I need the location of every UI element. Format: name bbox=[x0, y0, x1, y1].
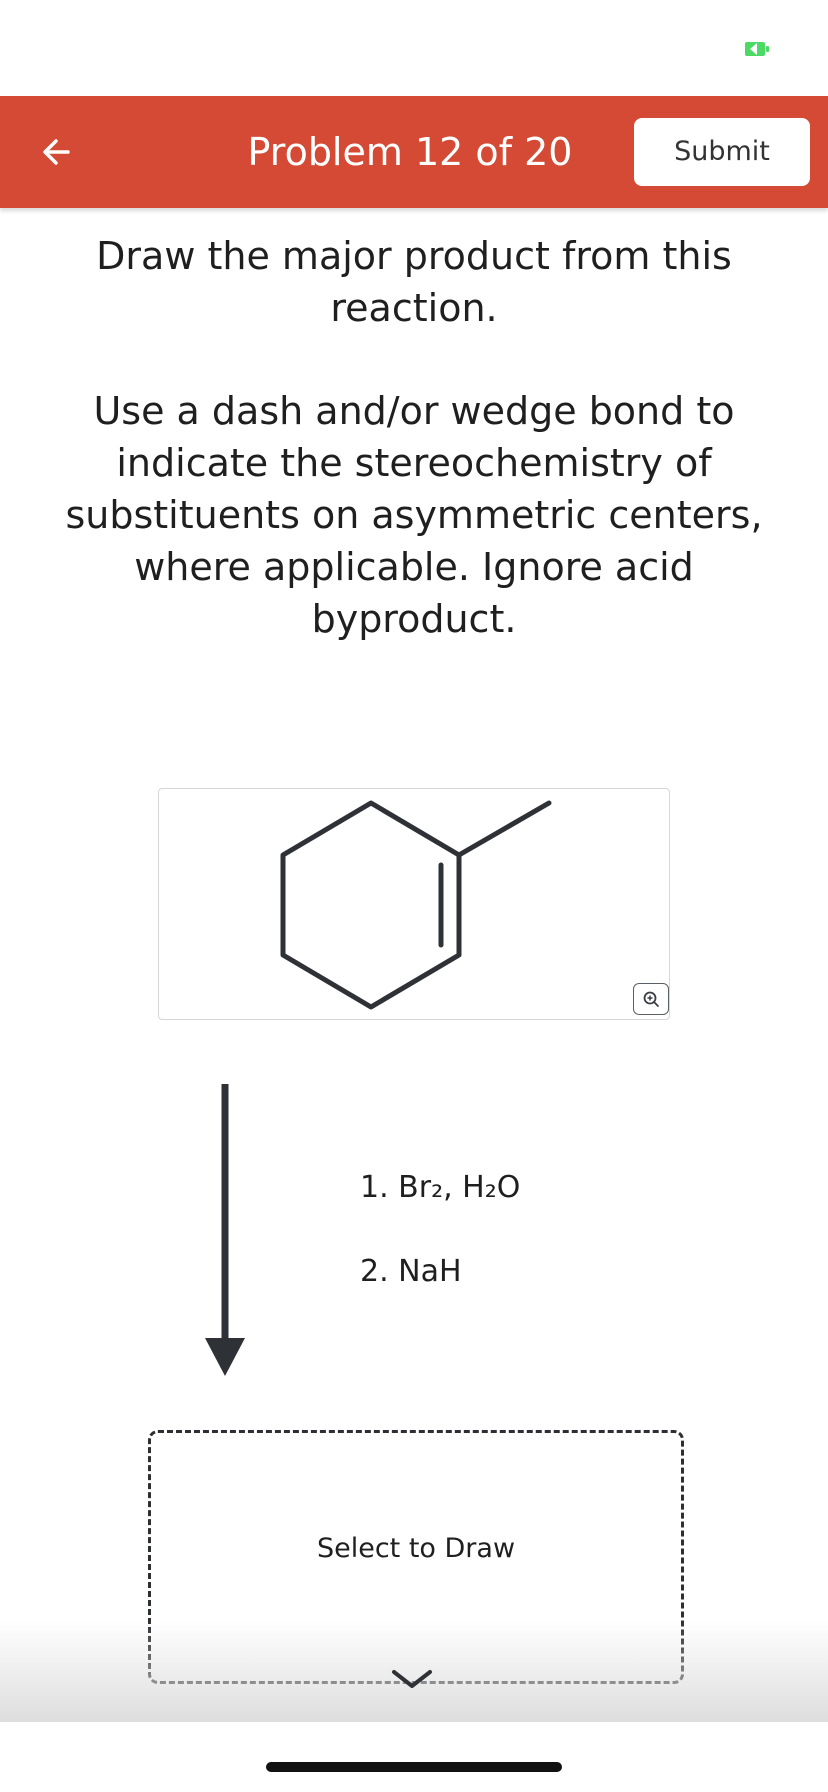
submit-button[interactable]: Submit bbox=[634, 118, 810, 186]
question-prompt: Draw the major product from this reactio… bbox=[96, 234, 732, 330]
question-instructions: Use a dash and/or wedge bond to indicate… bbox=[65, 389, 763, 641]
header-bar: Problem 12 of 20 Submit bbox=[0, 96, 828, 208]
reaction-arrow bbox=[205, 1084, 245, 1376]
starting-material-panel bbox=[158, 788, 670, 1020]
zoom-in-icon bbox=[643, 991, 659, 1007]
reagent-step-2: 2. NaH bbox=[360, 1254, 462, 1289]
battery-icon bbox=[745, 42, 769, 56]
answer-draw-area[interactable]: Select to Draw bbox=[148, 1430, 684, 1684]
bottom-bar bbox=[0, 1722, 828, 1792]
reagent-step-1: 1. Br₂, H₂O bbox=[360, 1170, 521, 1205]
page-title: Problem 12 of 20 bbox=[247, 130, 573, 174]
chevron-down-icon[interactable] bbox=[390, 1668, 434, 1692]
back-button[interactable] bbox=[30, 126, 82, 178]
home-indicator[interactable] bbox=[266, 1762, 562, 1772]
select-to-draw-label: Select to Draw bbox=[316, 1533, 516, 1564]
starting-material-structure bbox=[280, 800, 552, 1010]
zoom-button[interactable] bbox=[633, 983, 669, 1015]
back-arrow-icon bbox=[43, 139, 70, 165]
status-bar bbox=[0, 0, 828, 96]
